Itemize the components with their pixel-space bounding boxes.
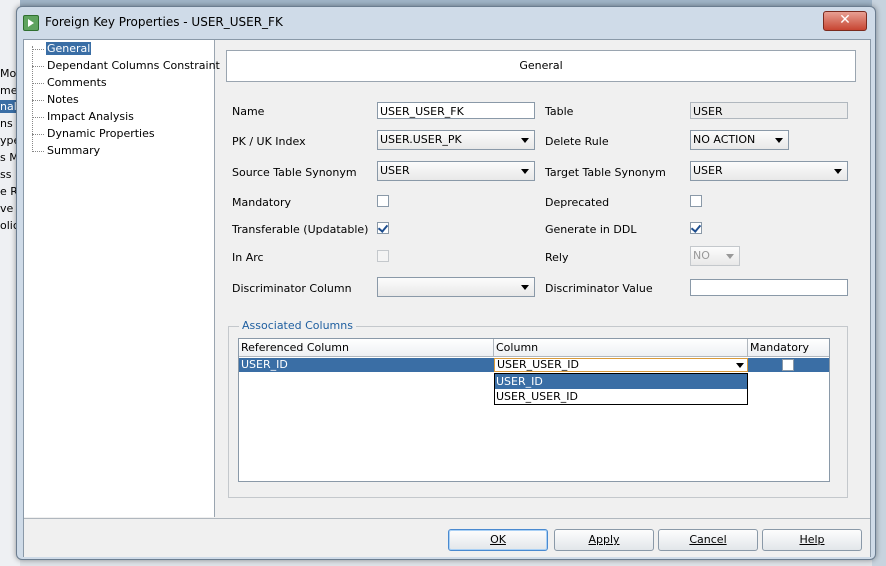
source-table-synonym-label: Source Table Synonym [232, 166, 357, 179]
referenced-column-cell[interactable]: USER_ID [239, 358, 494, 372]
app-icon [23, 15, 39, 31]
dialog-body: General Dependant Columns Constraint Com… [23, 39, 871, 557]
button-bar: OK Apply Cancel Help [24, 518, 870, 557]
table-label: Table [545, 105, 574, 118]
navigation-tree: General Dependant Columns Constraint Com… [24, 40, 220, 517]
deprecated-label: Deprecated [545, 196, 610, 209]
chevron-down-icon [521, 138, 529, 143]
deprecated-checkbox[interactable] [690, 195, 702, 207]
chevron-down-icon [736, 363, 744, 368]
target-table-synonym-label: Target Table Synonym [545, 166, 666, 179]
transferable-checkbox[interactable] [377, 222, 389, 234]
background-item: Mo [0, 67, 17, 80]
associated-columns-table: Referenced Column Column Mandatory USER_… [238, 338, 830, 482]
mandatory-checkbox[interactable] [377, 195, 389, 207]
tree-item-dependant-columns-constraint[interactable]: Dependant Columns Constraint [32, 58, 221, 74]
foreign-key-properties-dialog: Foreign Key Properties - USER_USER_FK ✕ … [16, 6, 876, 560]
associated-columns-title: Associated Columns [239, 319, 356, 332]
chevron-down-icon [521, 169, 529, 174]
close-button[interactable]: ✕ [823, 11, 867, 31]
discriminator-value-label: Discriminator Value [545, 282, 653, 295]
window-title: Foreign Key Properties - USER_USER_FK [45, 15, 283, 29]
generate-in-ddl-checkbox[interactable] [690, 222, 702, 234]
tree-item-summary[interactable]: Summary [32, 143, 101, 159]
column-dropdown-list: USER_ID USER_USER_ID [494, 373, 748, 405]
mandatory-cell-checkbox[interactable] [782, 359, 794, 371]
table-field: USER [690, 102, 848, 119]
in-arc-checkbox [377, 250, 389, 262]
help-button[interactable]: Help [762, 529, 862, 551]
chevron-down-icon [775, 138, 783, 143]
panel-header: General [226, 50, 856, 82]
pk-uk-index-combo[interactable]: USER.USER_PK [377, 130, 535, 150]
in-arc-label: In Arc [232, 251, 264, 264]
chevron-down-icon [834, 169, 842, 174]
column-header-referenced-column[interactable]: Referenced Column [239, 339, 494, 357]
ok-button[interactable]: OK [448, 529, 548, 551]
column-header-column[interactable]: Column [494, 339, 748, 357]
tree-item-impact-analysis[interactable]: Impact Analysis [32, 109, 135, 125]
title-bar[interactable]: Foreign Key Properties - USER_USER_FK ✕ [17, 7, 875, 37]
name-label: Name [232, 105, 265, 118]
tree-item-general[interactable]: General [32, 41, 92, 57]
rely-combo: NO [690, 246, 740, 266]
transferable-label: Transferable (Updatable) [232, 223, 369, 236]
delete-rule-label: Delete Rule [545, 135, 609, 148]
checkmark-icon [377, 222, 389, 233]
apply-button[interactable]: Apply [554, 529, 654, 551]
tree-item-notes[interactable]: Notes [32, 92, 80, 108]
rely-label: Rely [545, 251, 569, 264]
discriminator-value-field[interactable] [690, 279, 848, 296]
chevron-down-icon [521, 285, 529, 290]
column-header-mandatory[interactable]: Mandatory [748, 339, 829, 357]
target-table-synonym-combo[interactable]: USER [690, 161, 848, 181]
discriminator-column-combo[interactable] [377, 277, 535, 297]
discriminator-column-label: Discriminator Column [232, 282, 352, 295]
dropdown-option[interactable]: USER_USER_ID [495, 389, 747, 404]
column-cell-combo[interactable]: USER_USER_ID [494, 358, 748, 372]
general-panel: General Name USER_USER_FK Table USER PK … [222, 40, 868, 517]
mandatory-label: Mandatory [232, 196, 292, 209]
dropdown-option[interactable]: USER_ID [495, 374, 747, 389]
checkmark-icon [690, 222, 702, 233]
cancel-button[interactable]: Cancel [658, 529, 758, 551]
source-table-synonym-combo[interactable]: USER [377, 161, 535, 181]
tree-item-dynamic-properties[interactable]: Dynamic Properties [32, 126, 156, 142]
delete-rule-combo[interactable]: NO ACTION [690, 130, 789, 150]
background-item: nal [0, 100, 17, 113]
chevron-down-icon [726, 254, 734, 259]
tree-item-comments[interactable]: Comments [32, 75, 108, 91]
table-row[interactable]: USER_ID USER_USER_ID [239, 358, 829, 372]
generate-in-ddl-label: Generate in DDL [545, 223, 637, 236]
pk-uk-index-label: PK / UK Index [232, 135, 306, 148]
name-field[interactable]: USER_USER_FK [377, 102, 535, 119]
